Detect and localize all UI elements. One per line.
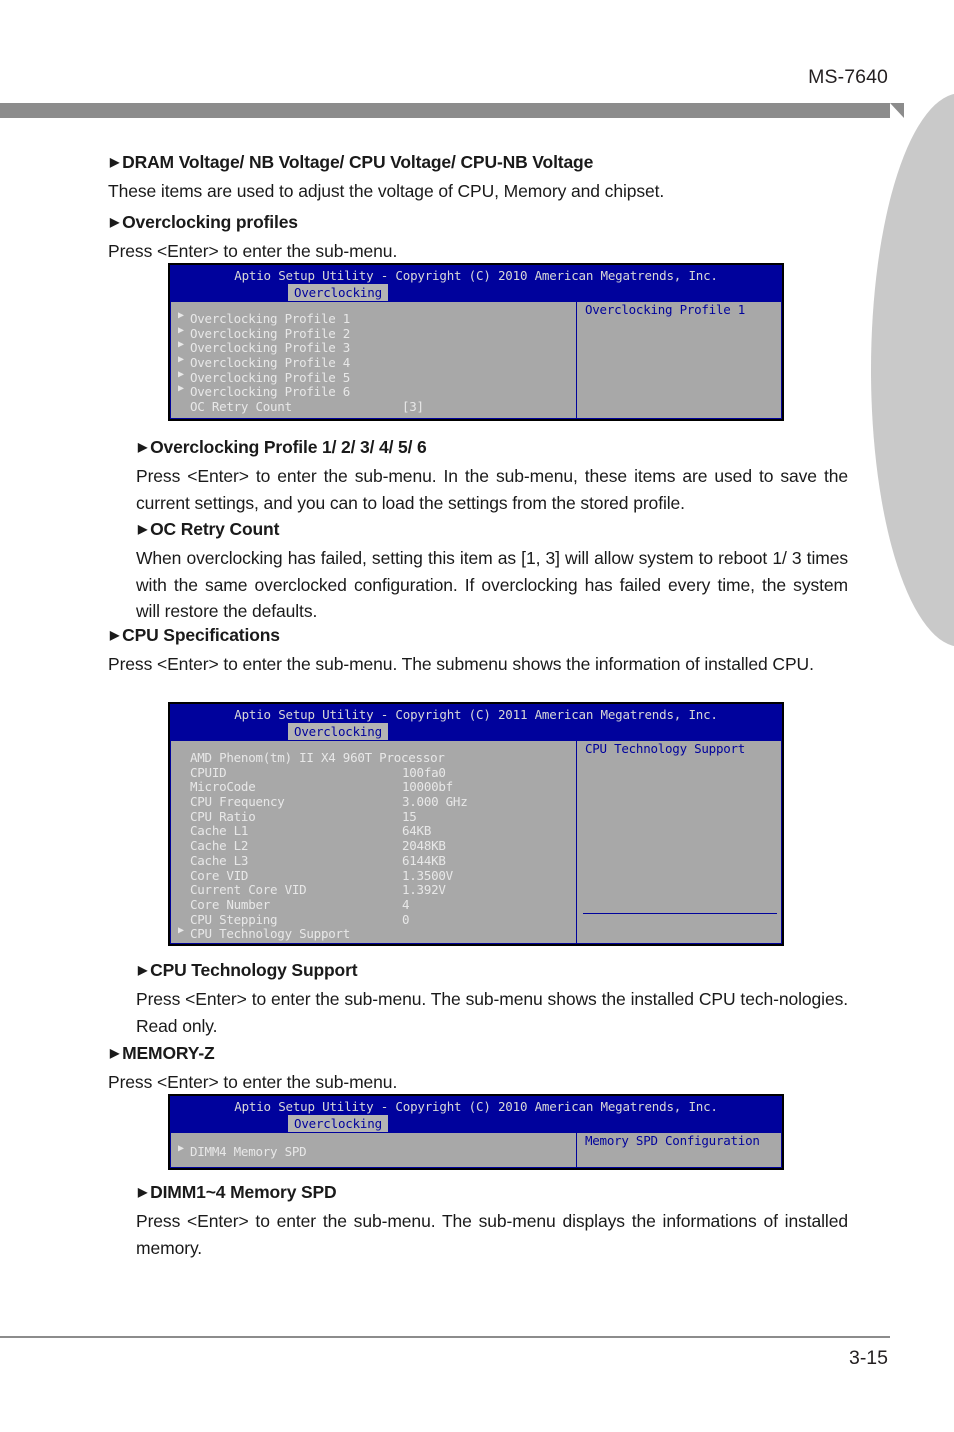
- bullet-icon: ▶: [110, 628, 120, 642]
- submenu-arrow-icon: ▶: [178, 354, 184, 366]
- section-body-dram-voltage: These items are used to adjust the volta…: [108, 181, 665, 201]
- bios-menu-item[interactable]: ▶ DIMM4 Memory SPD: [171, 1143, 576, 1159]
- bios-menu-pane: ▶ Overclocking Profile 1 ▶ Overclocking …: [171, 302, 577, 418]
- page-number: 3-15: [848, 1347, 888, 1369]
- bios-help-text: Overclocking Profile 1: [585, 302, 746, 317]
- submenu-arrow-icon: ▶: [178, 324, 184, 336]
- header-rule: [0, 103, 904, 118]
- bullet-icon: ▶: [138, 440, 148, 454]
- bios-tab-overclocking[interactable]: Overclocking: [288, 284, 388, 302]
- bios-help-pane: CPU Technology Support: [577, 741, 781, 943]
- bios-info-row: CPU Frequency 3.000 GHz: [190, 794, 468, 810]
- bios-menu-item[interactable]: OC Retry Count [3]: [171, 399, 576, 414]
- bios-menu-item[interactable]: ▶ Overclocking Profile 1: [171, 310, 576, 326]
- bullet-icon: ▶: [110, 155, 120, 169]
- section-heading-oc-retry-count: ▶ OC Retry Count: [138, 519, 280, 539]
- section-heading-overclocking-profile-1-6: ▶ Overclocking Profile 1/ 2/ 3/ 4/ 5/ 6: [138, 437, 427, 457]
- bios-title: Aptio Setup Utility - Copyright (C) 2010…: [234, 1099, 718, 1114]
- bios-info-row: Cache L2 2048KB: [190, 838, 446, 854]
- section-body-oc-retry-count: When overclocking has failed, setting th…: [136, 548, 848, 621]
- bullet-icon: ▶: [138, 1185, 148, 1199]
- bios-menu-item[interactable]: ▶ Overclocking Profile 3: [171, 339, 576, 355]
- section-body-cpu-technology-support: Press <Enter> to enter the sub-menu. The…: [136, 989, 848, 1036]
- bullet-icon: ▶: [110, 215, 120, 229]
- bios-screenshot-memory-z: Aptio Setup Utility - Copyright (C) 2010…: [168, 1094, 784, 1170]
- bios-titlebar: Aptio Setup Utility - Copyright (C) 2010…: [170, 265, 782, 302]
- section-body-overclocking-profiles: Press <Enter> to enter the sub-menu.: [108, 241, 398, 261]
- section-heading-cpu-technology-support: ▶ CPU Technology Support: [138, 960, 358, 980]
- bullet-icon: ▶: [138, 963, 148, 977]
- bios-info-row: MicroCode 10000bf: [190, 779, 453, 795]
- bios-titlebar: Aptio Setup Utility - Copyright (C) 2010…: [170, 1096, 782, 1133]
- bios-info-row: Cache L3 6144KB: [190, 852, 446, 868]
- bios-menu-item[interactable]: ▶ Overclocking Profile 5: [171, 368, 576, 385]
- section-heading-overclocking-profiles: ▶ Overclocking profiles: [110, 212, 298, 232]
- bios-menu-item[interactable]: ▶ Overclocking Profile 6: [171, 383, 576, 399]
- bios-body: ▶ DIMM4 Memory SPD Memory SPD Configurat…: [170, 1132, 782, 1168]
- bios-tab-overclocking[interactable]: Overclocking: [288, 723, 388, 741]
- bios-title: Aptio Setup Utility - Copyright (C) 2010…: [234, 268, 718, 283]
- bios-screenshot-cpu-specifications: Aptio Setup Utility - Copyright (C) 2011…: [168, 702, 784, 946]
- submenu-arrow-icon: ▶: [178, 310, 184, 321]
- page-header-model: MS-7640: [808, 66, 888, 88]
- bios-info-row: AMD Phenom(tm) II X4 960T Processor: [190, 750, 445, 765]
- section-heading-cpu-specifications: ▶ CPU Specifications: [110, 625, 280, 645]
- submenu-arrow-icon: ▶: [178, 339, 184, 351]
- bios-info-row: CPUID 100fa0: [190, 764, 446, 780]
- bios-menu-pane: ▶ DIMM4 Memory SPD: [171, 1133, 577, 1167]
- bios-info-row: Cache L1 64KB: [190, 823, 432, 839]
- bios-title: Aptio Setup Utility - Copyright (C) 2011…: [234, 707, 718, 722]
- bios-menu-item[interactable]: ▶ CPU Technology Support: [171, 925, 576, 941]
- manual-page: MS-7640 Chapter 3 ▶DRAM Voltage/ NB Volt…: [0, 0, 954, 1432]
- bios-help-pane: Memory SPD Configuration: [577, 1133, 781, 1167]
- bios-titlebar: Aptio Setup Utility - Copyright (C) 2011…: [170, 704, 782, 741]
- bios-body: ▶ Overclocking Profile 1 ▶ Overclocking …: [170, 301, 782, 419]
- bios-body: AMD Phenom(tm) II X4 960T Processor CPUI…: [170, 740, 782, 944]
- section-heading-memory-z: ▶ MEMORY-Z: [110, 1043, 215, 1063]
- section-heading-dram-voltage: ▶ DRAM Voltage/ NB Voltage/ CPU Voltage/ …: [110, 152, 594, 172]
- bullet-icon: ▶: [138, 522, 148, 536]
- submenu-arrow-icon: ▶: [178, 383, 184, 395]
- submenu-arrow-icon: ▶: [178, 1143, 184, 1154]
- bullet-icon: ▶: [110, 1046, 120, 1060]
- section-body-cpu-specifications: Press <Enter> to enter the sub-menu. The…: [108, 654, 814, 674]
- bios-help-divider: [583, 913, 777, 914]
- bios-menu-item[interactable]: ▶ Overclocking Profile 4: [171, 354, 576, 370]
- bios-screenshot-overclocking-profiles: Aptio Setup Utility - Copyright (C) 2010…: [168, 263, 784, 421]
- bios-info-row: Core VID 1.3500V: [190, 867, 453, 883]
- bios-info-row: CPU Ratio 15: [190, 808, 417, 824]
- chapter-tab: Chapter 3: [871, 93, 954, 647]
- section-heading-dimm-memory-spd: ▶ DIMM1~4 Memory SPD: [138, 1182, 337, 1202]
- section-body-overclocking-profile-1-6: Press <Enter> to enter the sub-menu. In …: [136, 466, 848, 513]
- bios-menu-item[interactable]: ▶ Overclocking Profile 2: [171, 324, 576, 341]
- bios-tab-overclocking[interactable]: Overclocking: [288, 1115, 388, 1133]
- bios-help-text: Memory SPD Configuration: [585, 1133, 760, 1148]
- bios-help-pane: Overclocking Profile 1: [577, 302, 781, 418]
- footer-rule: [0, 1336, 890, 1338]
- bios-info-row: Core Number 4: [190, 896, 410, 912]
- section-body-memory-z: Press <Enter> to enter the sub-menu.: [108, 1072, 398, 1092]
- submenu-arrow-icon: ▶: [178, 925, 184, 937]
- submenu-arrow-icon: ▶: [178, 368, 184, 380]
- bios-help-text: CPU Technology Support: [585, 741, 746, 756]
- bios-info-row: Current Core VID 1.392V: [190, 882, 446, 898]
- section-body-dimm-memory-spd: Press <Enter> to enter the sub-menu. The…: [136, 1211, 848, 1258]
- bios-menu-pane: AMD Phenom(tm) II X4 960T Processor CPUI…: [171, 741, 577, 943]
- bios-info-row: CPU Stepping 0: [190, 911, 410, 927]
